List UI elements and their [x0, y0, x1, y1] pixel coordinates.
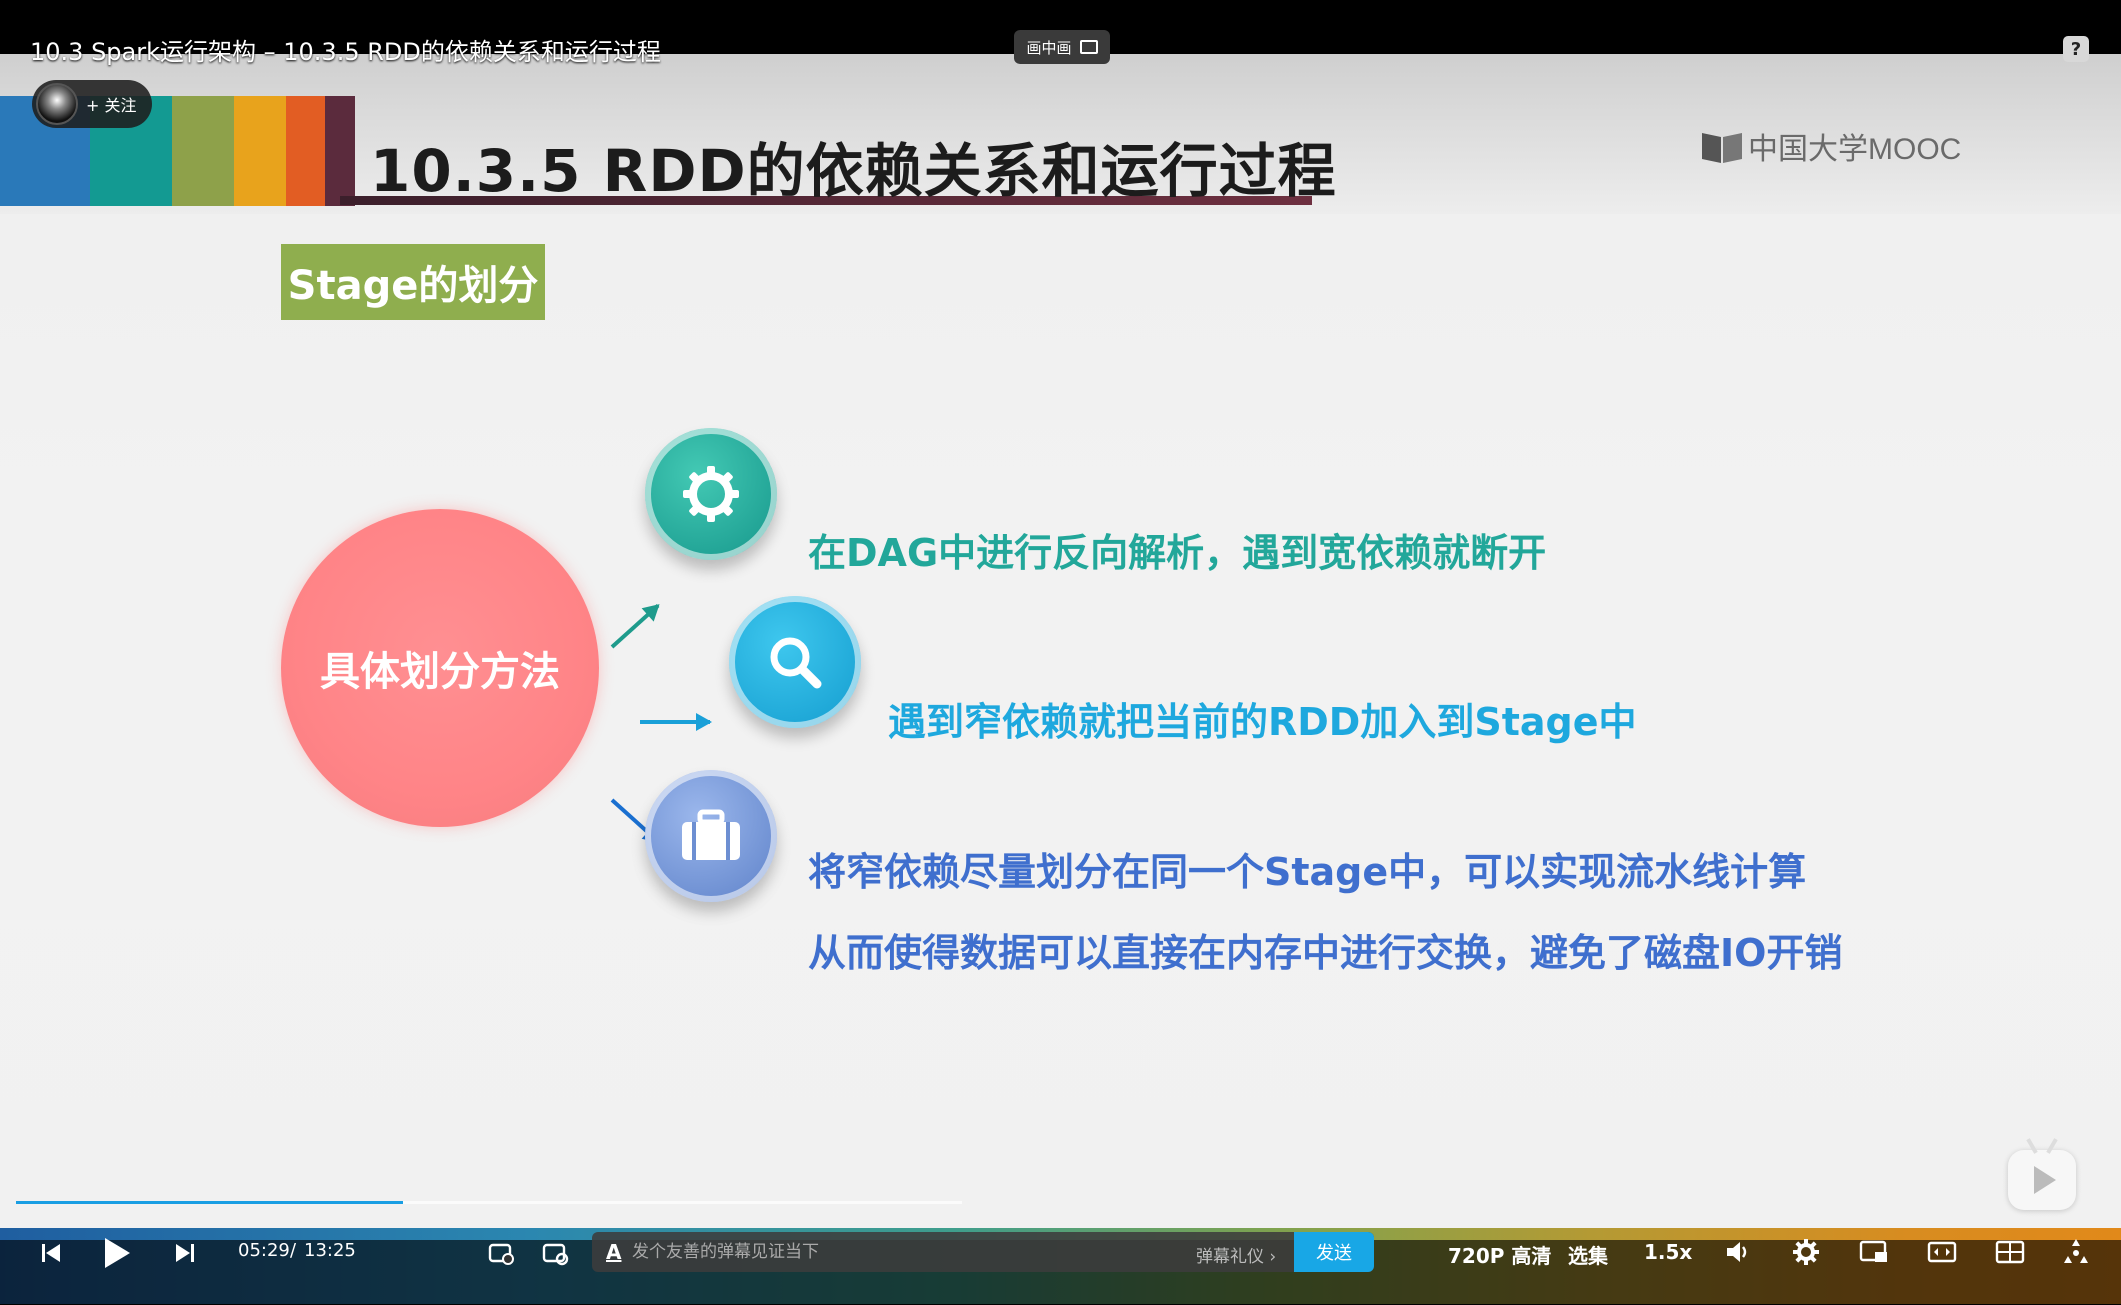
skip-forward-icon	[176, 1244, 194, 1262]
center-circle: 具体划分方法	[281, 509, 599, 827]
episodes-button[interactable]: 选集	[1568, 1240, 1608, 1269]
progress-bar[interactable]	[16, 1201, 962, 1204]
settings-button[interactable]	[1790, 1236, 1822, 1268]
gear-icon	[645, 428, 777, 560]
help-icon[interactable]: ?	[2063, 36, 2089, 62]
bilibili-play-badge[interactable]	[2008, 1150, 2076, 1210]
next-button[interactable]	[170, 1238, 200, 1268]
feature-text-1: 在DAG中进行反向解析，遇到宽依赖就断开	[808, 531, 1547, 575]
time-total: 13:25	[304, 1240, 356, 1261]
feature-text-2: 遇到窄依赖就把当前的RDD加入到Stage中	[888, 700, 1637, 744]
progress-fill	[16, 1201, 403, 1204]
pip-icon	[1079, 40, 1098, 54]
fullscreen-button[interactable]	[2060, 1236, 2092, 1268]
widescreen-button[interactable]	[1926, 1236, 1958, 1268]
web-fullscreen-button[interactable]	[1994, 1236, 2026, 1268]
mooc-logo-text: 中国大学MOOC	[1748, 133, 1962, 166]
time-current: 05:29	[238, 1240, 290, 1261]
book-icon	[1702, 131, 1742, 161]
danmaku-settings-icon	[542, 1243, 569, 1266]
web-fullscreen-icon	[1995, 1240, 2025, 1264]
arrow-up-right-icon	[610, 604, 660, 649]
center-circle-label: 具体划分方法	[320, 649, 560, 695]
play-icon	[105, 1238, 130, 1268]
pip-label: 画中画	[1026, 38, 1072, 57]
header-stripe-orange	[234, 96, 286, 206]
previous-button[interactable]	[36, 1238, 66, 1268]
feature-text-3: 将窄依赖尽量划分在同一个Stage中，可以实现流水线计算	[808, 850, 1807, 894]
danmaku-bar: A 弹幕礼仪 › 发送	[592, 1232, 1374, 1272]
danmaku-font-icon[interactable]: A	[606, 1240, 621, 1264]
header-stripe-plum	[325, 96, 355, 206]
header-stripe-olive	[172, 96, 234, 206]
play-button[interactable]	[100, 1234, 134, 1272]
time-separator: /	[290, 1240, 297, 1261]
follow-label: + 关注	[86, 96, 137, 115]
slide-title: 10.3.5 RDD的依赖关系和运行过程	[370, 137, 1337, 205]
mooc-logo: 中国大学MOOC	[1702, 124, 1961, 168]
danmaku-icon	[488, 1243, 514, 1265]
send-button[interactable]: 发送	[1294, 1232, 1374, 1272]
video-player[interactable]: 10.3.5 RDD的依赖关系和运行过程 中国大学MOOC Stage的划分 具…	[0, 0, 2121, 1305]
briefcase-icon	[645, 770, 777, 902]
slide-frame: 10.3.5 RDD的依赖关系和运行过程 中国大学MOOC Stage的划分 具…	[0, 54, 2121, 1294]
avatar[interactable]	[36, 83, 78, 125]
feature-text-3-line2: 从而使得数据可以直接在内存中进行交换，避免了磁盘IO开销	[808, 931, 1843, 975]
volume-icon	[1727, 1242, 1747, 1262]
video-title: 10.3 Spark运行架构 – 10.3.5 RDD的依赖关系和运行过程	[30, 38, 661, 66]
mini-player-icon	[1859, 1240, 1887, 1262]
speed-selector[interactable]: 1.5x	[1644, 1240, 1692, 1264]
skip-back-icon	[42, 1244, 60, 1262]
volume-button[interactable]	[1722, 1236, 1754, 1268]
picture-in-picture-button[interactable]: 画中画	[1014, 30, 1110, 64]
play-icon	[2034, 1166, 2056, 1194]
widescreen-icon	[1927, 1241, 1957, 1263]
quality-selector[interactable]: 720P 高清	[1448, 1240, 1551, 1269]
follow-button[interactable]: + 关注	[32, 80, 152, 128]
mini-player-button[interactable]	[1858, 1236, 1890, 1268]
danmaku-toggle-button[interactable]	[486, 1238, 516, 1268]
gear-icon	[1793, 1239, 1819, 1265]
section-badge: Stage的划分	[281, 244, 545, 320]
header-stripe-red	[286, 96, 326, 206]
danmaku-input[interactable]	[632, 1236, 1172, 1268]
arrow-right-icon	[640, 713, 712, 731]
search-icon	[729, 596, 861, 728]
fullscreen-icon	[2064, 1239, 2088, 1263]
danmaku-etiquette-link[interactable]: 弹幕礼仪 ›	[1196, 1242, 1276, 1267]
danmaku-settings-button[interactable]	[540, 1238, 570, 1268]
